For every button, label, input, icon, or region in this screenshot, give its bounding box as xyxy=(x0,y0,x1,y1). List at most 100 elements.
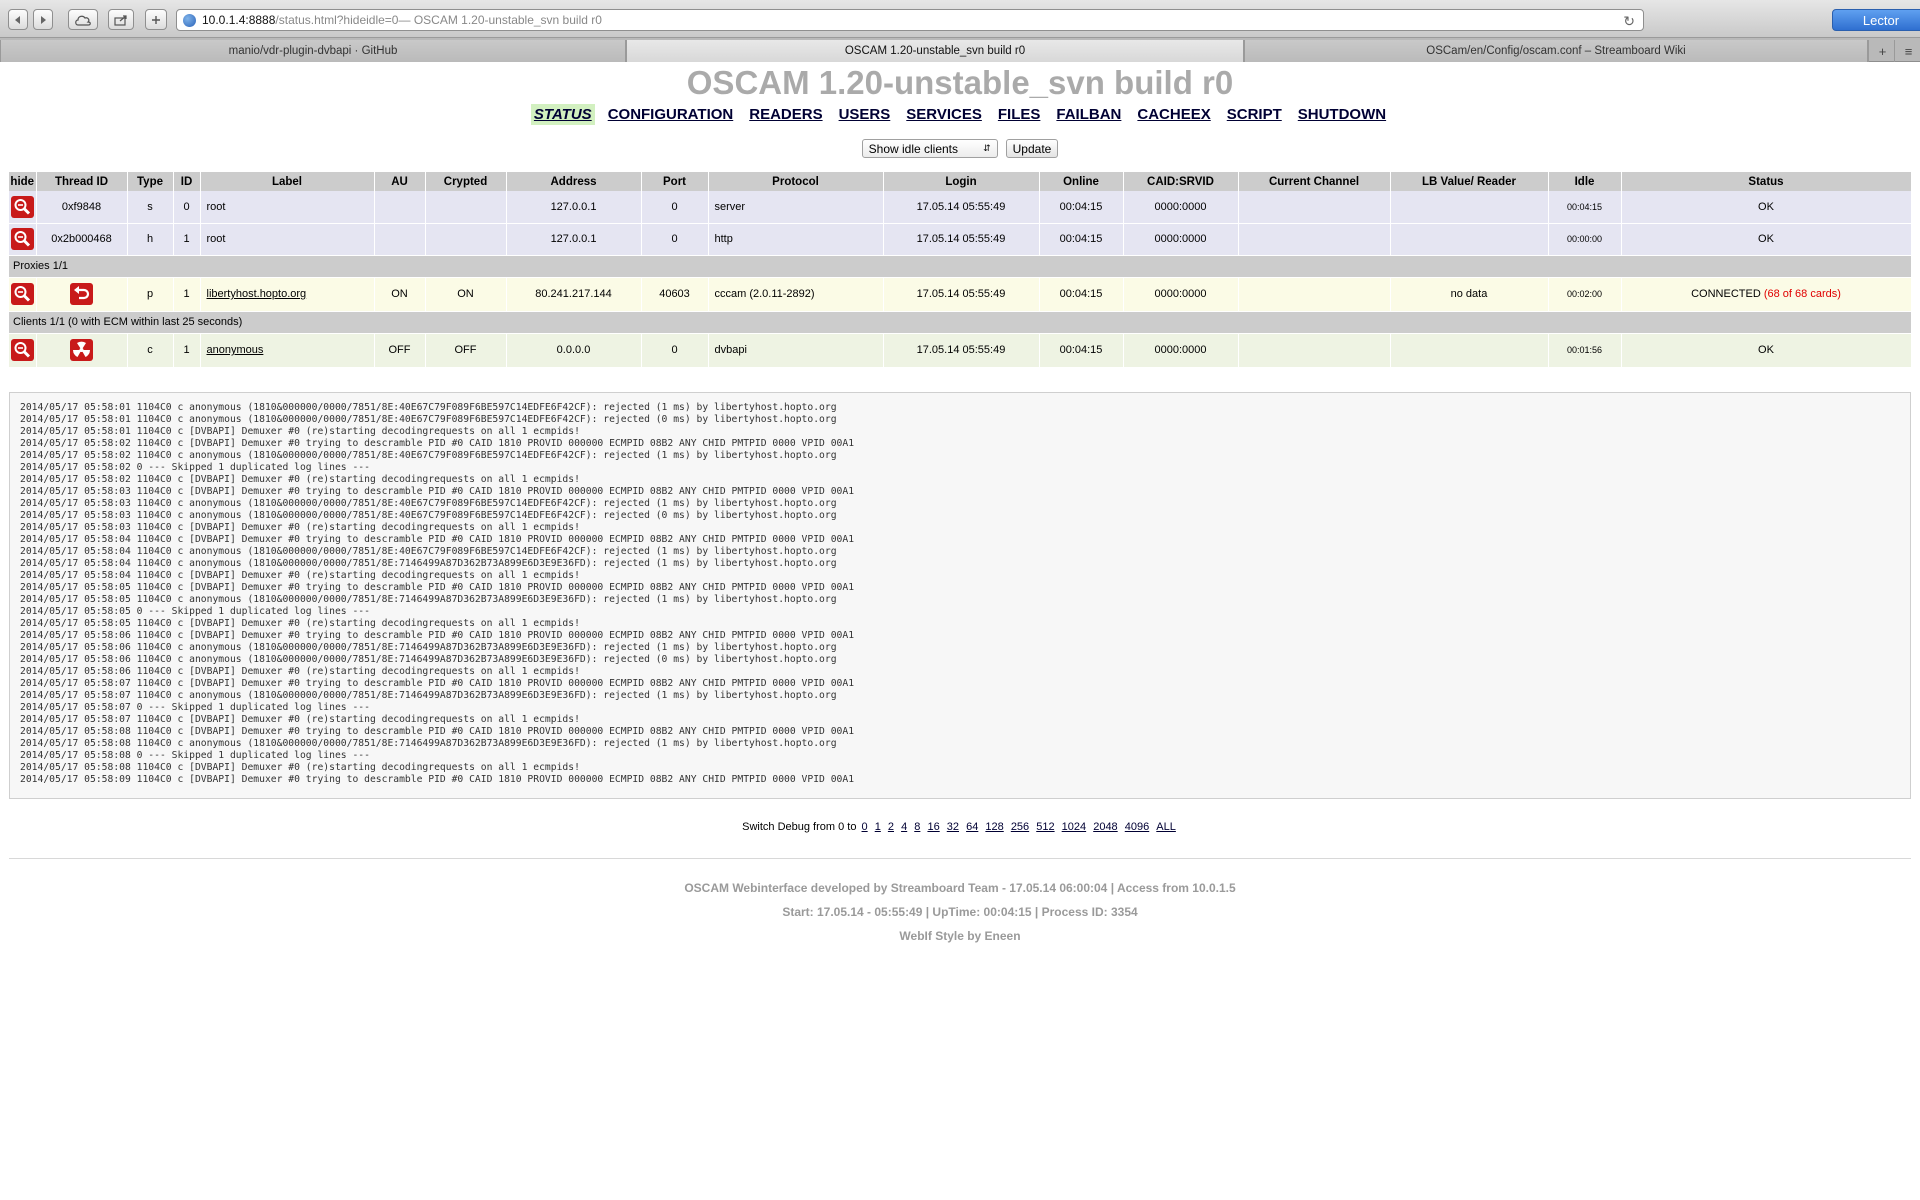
clients-caption: Clients 1/1 (0 with ECM within last 25 s… xyxy=(9,311,1912,334)
caid-srvid: 0000:0000 xyxy=(1123,223,1239,256)
idle-select-value: Show idle clients xyxy=(868,141,959,156)
reader-button[interactable]: Lector xyxy=(1832,9,1920,31)
tab-oscam-status[interactable]: OSCAM 1.20-unstable_svn build r0 xyxy=(626,40,1244,62)
current-channel xyxy=(1238,333,1391,368)
col-caid-srvid: CAID:SRVID xyxy=(1123,172,1239,191)
status-table: hide Thread ID Type ID Label AU Crypted … xyxy=(9,172,1912,368)
debug-level-64[interactable]: 64 xyxy=(966,821,978,833)
cards-count: (68 of 68 cards) xyxy=(1763,288,1841,300)
debug-level-32[interactable]: 32 xyxy=(947,821,959,833)
proxies-caption: Proxies 1/1 xyxy=(9,255,1912,278)
au: OFF xyxy=(374,333,426,368)
debug-level-1[interactable]: 1 xyxy=(875,821,881,833)
log-line: 2014/05/17 05:58:07 0 --- Skipped 1 dupl… xyxy=(20,702,370,713)
nav-users[interactable]: USERS xyxy=(836,104,894,125)
type: s xyxy=(127,191,174,224)
log-line: 2014/05/17 05:58:02 0 --- Skipped 1 dupl… xyxy=(20,462,370,473)
debug-level-4096[interactable]: 4096 xyxy=(1125,821,1149,833)
back-icon[interactable] xyxy=(8,9,28,30)
hide-cell xyxy=(9,223,37,256)
table-row: 0xf9848 s 0 root 127.0.0.1 0 server 17.0… xyxy=(9,191,1912,224)
thread-cell xyxy=(36,333,128,368)
reload-icon[interactable]: ↻ xyxy=(1623,13,1635,30)
log-line: 2014/05/17 05:58:05 1104C0 c [DVBAPI] De… xyxy=(20,582,855,593)
hide-magnifier-icon[interactable] xyxy=(10,228,34,250)
address: 127.0.0.1 xyxy=(506,223,642,256)
debug-level-4[interactable]: 4 xyxy=(901,821,907,833)
current-channel xyxy=(1238,223,1391,256)
debug-level-1024[interactable]: 1024 xyxy=(1062,821,1086,833)
proxies-caption-row: Proxies 1/1 xyxy=(9,255,1912,278)
col-crypted: Crypted xyxy=(425,172,507,191)
debug-level-512[interactable]: 512 xyxy=(1036,821,1054,833)
login: 17.05.14 05:55:49 xyxy=(883,223,1040,256)
crypted xyxy=(425,191,507,224)
debug-level-2[interactable]: 2 xyxy=(888,821,894,833)
tab-github[interactable]: manio/vdr-plugin-dvbapi · GitHub xyxy=(0,40,626,62)
protocol: http xyxy=(708,223,884,256)
restart-icon[interactable] xyxy=(70,283,93,305)
update-button[interactable]: Update xyxy=(1005,139,1059,158)
forward-icon[interactable] xyxy=(33,9,53,30)
debug-level-2048[interactable]: 2048 xyxy=(1093,821,1117,833)
tab-overview-icon[interactable]: ≡ xyxy=(1894,40,1920,62)
url-path: /status.html?hideidle=0 xyxy=(275,13,399,27)
online: 00:04:15 xyxy=(1039,333,1124,368)
idle: 00:01:56 xyxy=(1548,333,1622,368)
hide-magnifier-icon[interactable] xyxy=(10,195,34,218)
table-row: p 1 libertyhost.hopto.org ON ON 80.241.2… xyxy=(9,277,1912,312)
nav-failban[interactable]: FAILBAN xyxy=(1053,104,1124,125)
col-login: Login xyxy=(883,172,1040,191)
nav-services[interactable]: SERVICES xyxy=(903,104,985,125)
debug-level-128[interactable]: 128 xyxy=(985,821,1003,833)
browser-toolbar: 10.0.1.4:8888 /status.html?hideidle=0 — … xyxy=(0,0,1920,38)
debug-level-8[interactable]: 8 xyxy=(914,821,920,833)
col-online: Online xyxy=(1039,172,1124,191)
log-line: 2014/05/17 05:58:08 1104C0 c anonymous (… xyxy=(20,738,837,749)
nav-cacheex[interactable]: CACHEEX xyxy=(1134,104,1213,125)
hide-magnifier-icon[interactable] xyxy=(10,283,34,305)
address: 80.241.217.144 xyxy=(506,277,642,312)
add-tab-icon[interactable] xyxy=(145,9,167,30)
nav-status[interactable]: STATUS xyxy=(530,104,595,125)
log-line: 2014/05/17 05:58:04 1104C0 c [DVBAPI] De… xyxy=(20,534,855,545)
idle-clients-select[interactable]: Show idle clients ⇵ xyxy=(861,139,998,158)
col-idle: Idle xyxy=(1548,172,1622,191)
log-line: 2014/05/17 05:58:04 1104C0 c anonymous (… xyxy=(20,558,837,569)
log-line: 2014/05/17 05:58:05 1104C0 c [DVBAPI] De… xyxy=(20,618,580,629)
client-label-link[interactable]: anonymous xyxy=(207,344,264,356)
address-bar[interactable]: 10.0.1.4:8888 /status.html?hideidle=0 — … xyxy=(176,9,1644,31)
nav-shutdown[interactable]: SHUTDOWN xyxy=(1295,104,1389,125)
debug-label: Switch Debug from 0 to xyxy=(742,821,857,833)
debug-level-16[interactable]: 16 xyxy=(927,821,939,833)
log-line: 2014/05/17 05:58:05 1104C0 c anonymous (… xyxy=(20,594,837,605)
debug-level-0[interactable]: 0 xyxy=(862,821,868,833)
online: 00:04:15 xyxy=(1039,223,1124,256)
share-icon[interactable] xyxy=(108,9,134,30)
log-line: 2014/05/17 05:58:03 1104C0 c [DVBAPI] De… xyxy=(20,522,580,533)
proxy-label-link[interactable]: libertyhost.hopto.org xyxy=(207,288,307,300)
footer-uptime: Start: 17.05.14 - 05:55:49 | UpTime: 00:… xyxy=(782,905,1138,919)
cloud-icon[interactable] xyxy=(68,9,98,30)
protocol: server xyxy=(708,191,884,224)
nav-configuration[interactable]: CONFIGURATION xyxy=(605,104,737,125)
tab-streamboard-wiki[interactable]: OSCam/en/Config/oscam.conf – Streamboard… xyxy=(1244,40,1868,62)
caid-srvid: 0000:0000 xyxy=(1123,277,1239,312)
nav-script[interactable]: SCRIPT xyxy=(1224,104,1285,125)
au: ON xyxy=(374,277,426,312)
label: root xyxy=(200,223,375,256)
debug-level-256[interactable]: 256 xyxy=(1011,821,1029,833)
log-panel[interactable]: 2014/05/17 05:58:01 1104C0 c anonymous (… xyxy=(9,392,1911,799)
nav-readers[interactable]: READERS xyxy=(746,104,825,125)
radiation-icon[interactable] xyxy=(70,339,93,361)
log-line: 2014/05/17 05:58:03 1104C0 c [DVBAPI] De… xyxy=(20,486,855,497)
hide-cell xyxy=(9,333,37,368)
crypted: ON xyxy=(425,277,507,312)
col-type: Type xyxy=(127,172,174,191)
nav-files[interactable]: FILES xyxy=(995,104,1044,125)
hide-magnifier-icon[interactable] xyxy=(10,339,34,361)
log-line: 2014/05/17 05:58:04 1104C0 c [DVBAPI] De… xyxy=(20,570,580,581)
login: 17.05.14 05:55:49 xyxy=(883,333,1040,368)
new-tab-icon[interactable]: + xyxy=(1868,40,1896,62)
debug-level-all[interactable]: ALL xyxy=(1156,821,1176,833)
